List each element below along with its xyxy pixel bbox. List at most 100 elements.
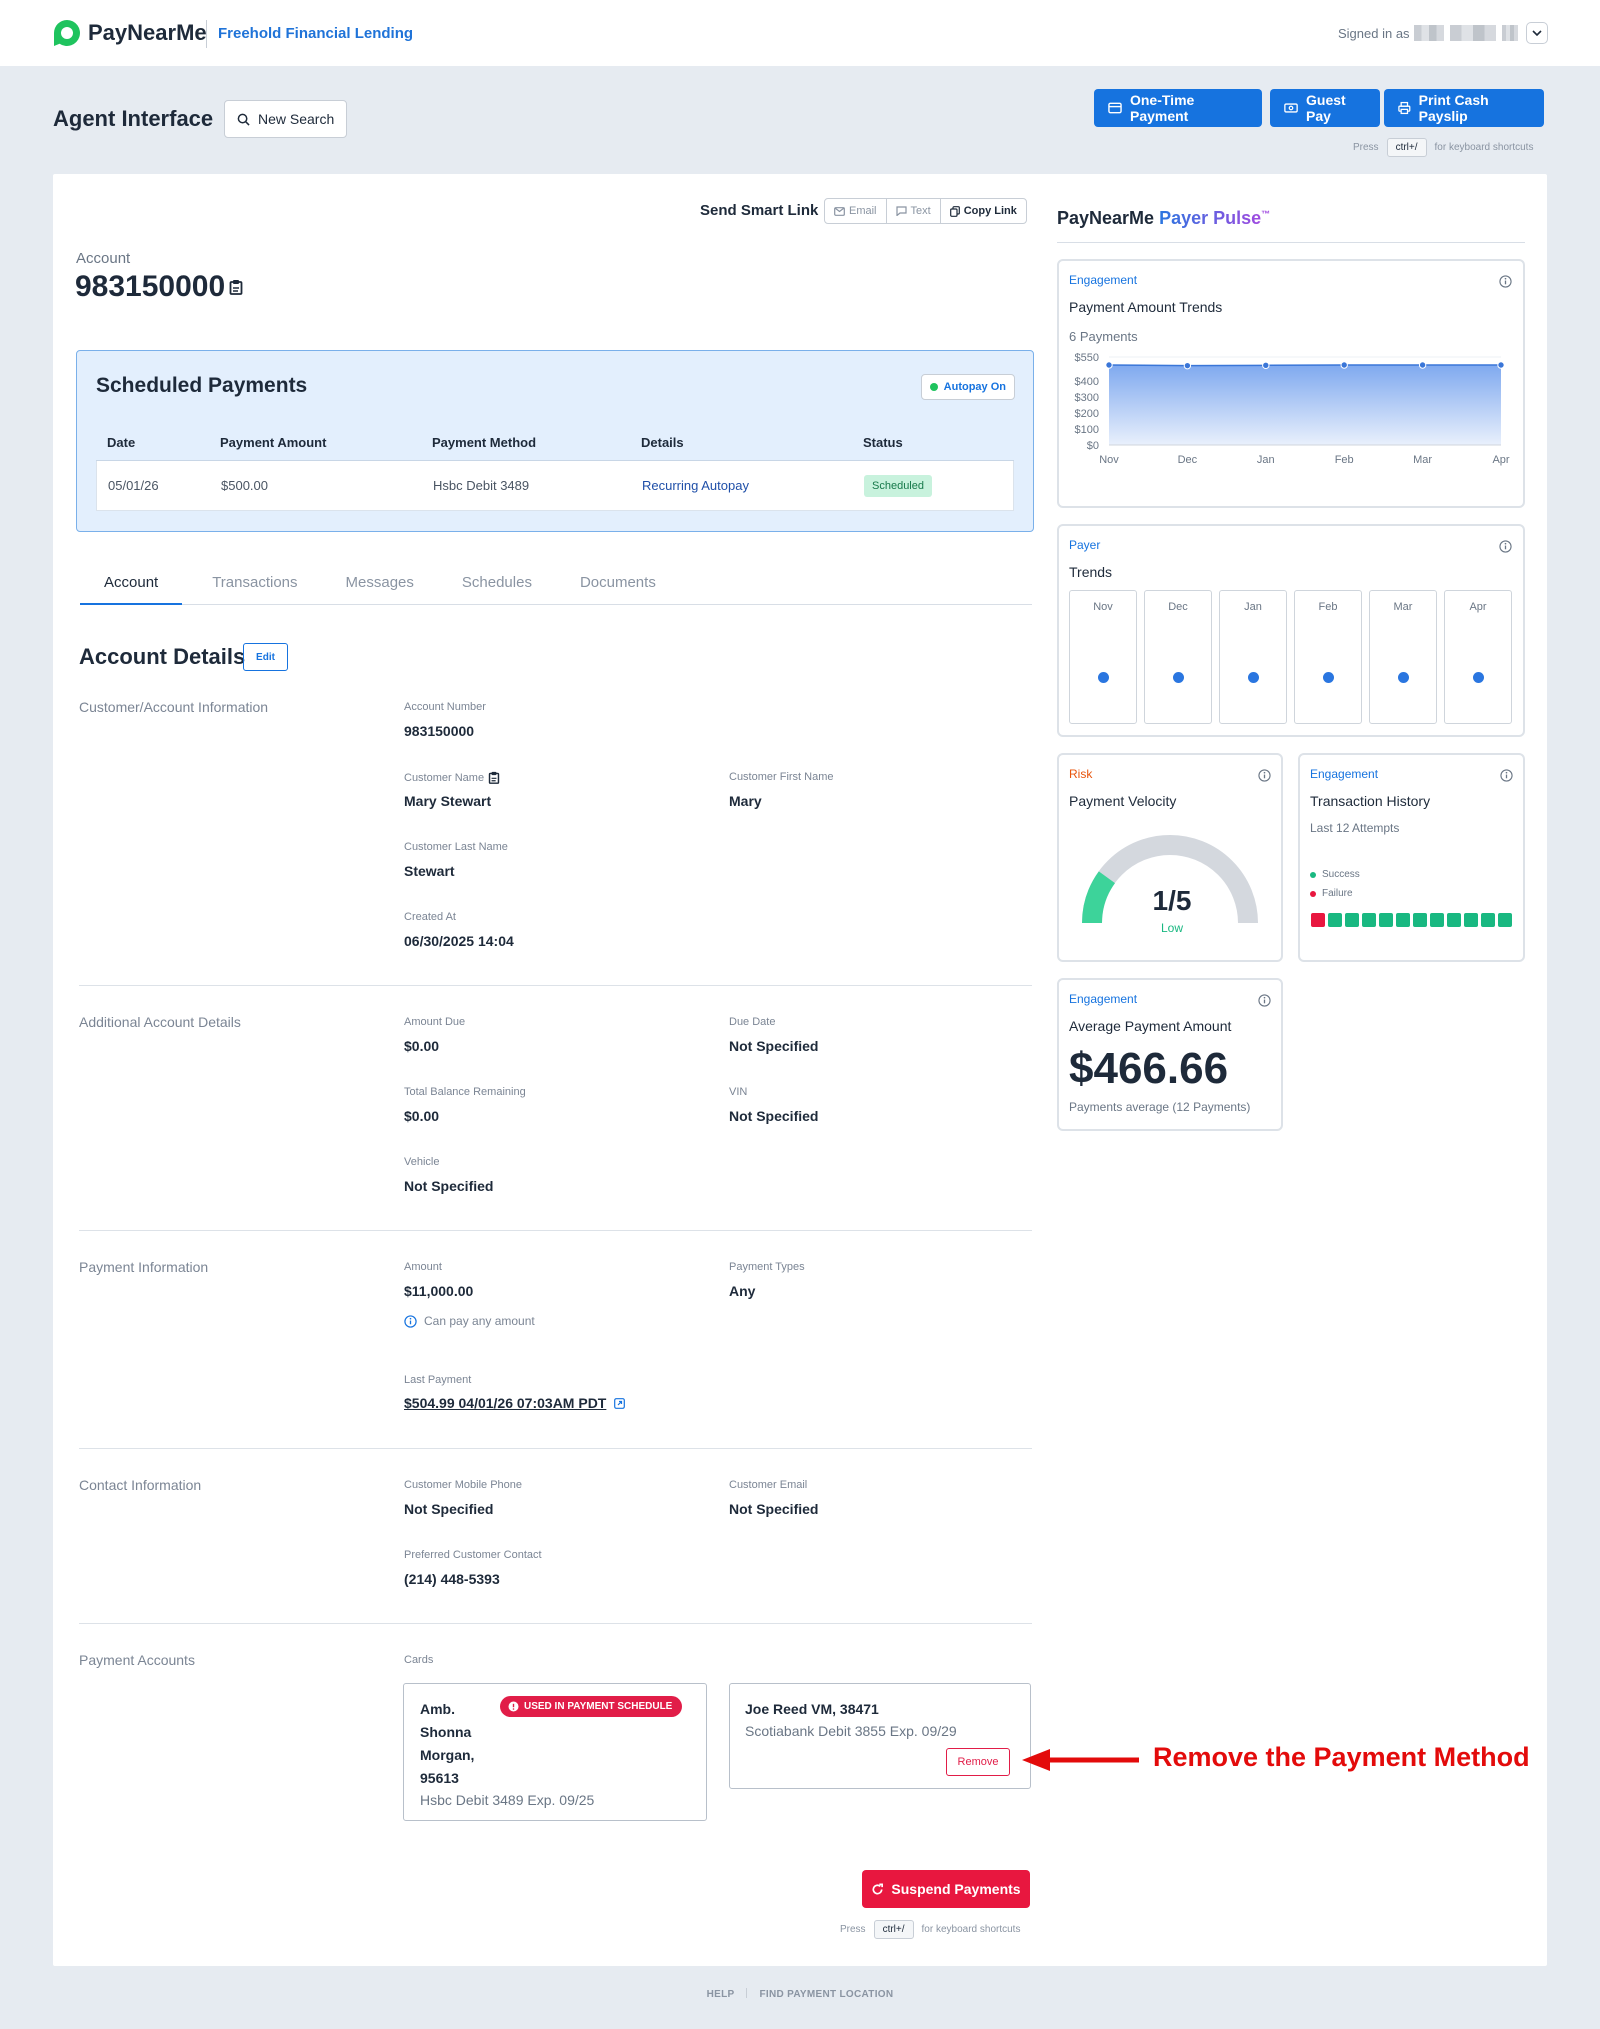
user-menu-button[interactable] xyxy=(1526,22,1548,44)
payment-dot xyxy=(1322,672,1334,683)
payment-dot xyxy=(1472,672,1484,683)
last-payment-link[interactable]: $504.99 04/01/26 07:03AM PDT xyxy=(404,1395,606,1411)
first-name-value: Mary xyxy=(729,793,762,809)
y-tick-label: $0 xyxy=(1087,440,1099,452)
data-point xyxy=(1262,361,1270,370)
footer-divider xyxy=(746,1988,748,1998)
legend-success: Success xyxy=(1310,869,1360,880)
month-column: Nov xyxy=(1069,590,1137,724)
remove-card-button[interactable]: Remove xyxy=(946,1748,1010,1776)
customer-name-label: Customer Name xyxy=(404,771,485,784)
attempt-squares xyxy=(1311,913,1512,927)
tab-messages[interactable]: Messages xyxy=(342,567,418,605)
x-tick-label: Apr xyxy=(1492,454,1509,466)
tab-schedules[interactable]: Schedules xyxy=(458,567,536,605)
month-columns: Nov Dec Jan Feb Mar Apr xyxy=(1069,590,1512,724)
section-divider xyxy=(79,985,1032,986)
smart-link-text[interactable]: Text xyxy=(887,199,941,223)
cell-date: 05/01/26 xyxy=(108,478,159,493)
vin-label: VIN xyxy=(729,1086,748,1098)
info-icon[interactable] xyxy=(1500,769,1513,782)
used-in-schedule-badge: USED IN PAYMENT SCHEDULE xyxy=(500,1696,683,1717)
trademark: ™ xyxy=(1261,209,1271,219)
created-at-label: Created At xyxy=(404,911,456,923)
copy-link-button[interactable]: Copy Link xyxy=(941,199,1026,223)
info-icon[interactable] xyxy=(1499,540,1512,553)
autopay-badge[interactable]: Autopay On xyxy=(920,374,1015,400)
info-icon[interactable] xyxy=(1258,769,1271,782)
month-column: Mar xyxy=(1369,590,1437,724)
payment-card[interactable]: Joe Reed VM, 38471 Scotiabank Debit 3855… xyxy=(729,1683,1031,1789)
find-payment-location-link[interactable]: FIND PAYMENT LOCATION xyxy=(759,1989,893,2000)
clipboard-icon[interactable] xyxy=(229,279,243,295)
legend-success-label: Success xyxy=(1322,869,1360,880)
smart-link-email[interactable]: Email xyxy=(825,199,887,223)
help-link[interactable]: HELP xyxy=(707,1989,735,2000)
hint-key: ctrl+/ xyxy=(1386,138,1427,157)
payment-card[interactable]: Amb. Shonna Morgan, 95613 Hsbc Debit 348… xyxy=(403,1683,707,1821)
annotation-arrow-icon xyxy=(1020,1748,1140,1772)
clipboard-icon[interactable] xyxy=(488,771,500,784)
status-badge: Scheduled xyxy=(864,474,932,497)
print-cash-payslip-button[interactable]: Print Cash Payslip xyxy=(1384,89,1544,127)
last-name-label: Customer Last Name xyxy=(404,841,508,853)
signed-in-label: Signed in as xyxy=(1338,26,1410,41)
success-dot-icon xyxy=(1310,871,1316,878)
hint-suffix: for keyboard shortcuts xyxy=(921,1924,1021,1935)
footer: HELP FIND PAYMENT LOCATION xyxy=(0,1988,1600,2000)
payment-dot xyxy=(1247,672,1259,683)
tab-account[interactable]: Account xyxy=(80,567,183,605)
pulse-product: Payer Pulse xyxy=(1159,208,1262,228)
attempt-square xyxy=(1379,913,1393,927)
edit-button[interactable]: Edit xyxy=(243,643,288,671)
tab-documents[interactable]: Documents xyxy=(576,567,660,605)
info-icon[interactable] xyxy=(1499,275,1512,288)
card-title: Payment Amount Trends xyxy=(1069,299,1223,315)
month-label: Nov xyxy=(1093,601,1113,613)
due-date-label: Due Date xyxy=(729,1016,776,1028)
email-value: Not Specified xyxy=(729,1501,819,1517)
data-point xyxy=(1105,361,1113,369)
card-category: Engagement xyxy=(1310,767,1379,781)
copy-icon xyxy=(949,205,960,217)
x-tick-label: Nov xyxy=(1099,454,1119,466)
attempt-square xyxy=(1413,913,1427,927)
cell-status: Scheduled xyxy=(864,474,1013,497)
card-name-line: Amb. xyxy=(420,1701,455,1717)
data-point xyxy=(1497,361,1505,369)
card-name-line: Shonna xyxy=(420,1724,472,1740)
amount-label: Amount xyxy=(404,1261,442,1273)
card-category: Engagement xyxy=(1069,273,1138,287)
alert-icon xyxy=(508,1701,519,1712)
velocity-level: Low xyxy=(1160,921,1183,935)
additional-details-label: Additional Account Details xyxy=(79,1014,241,1030)
external-link-icon[interactable] xyxy=(614,1397,626,1409)
table-row[interactable]: 05/01/26 $500.00 Hsbc Debit 3489 Recurri… xyxy=(96,461,1014,511)
amount-value: $11,000.00 xyxy=(404,1283,474,1299)
cell-amount: $500.00 xyxy=(221,478,268,493)
smart-link-label: Send Smart Link xyxy=(700,202,819,219)
attempt-square xyxy=(1464,913,1478,927)
card-name-line: 95613 xyxy=(420,1770,459,1786)
guest-pay-button[interactable]: Guest Pay xyxy=(1270,89,1380,127)
month-column: Feb xyxy=(1294,590,1362,724)
print-cash-payslip-label: Print Cash Payslip xyxy=(1418,92,1489,124)
card-holder-name: Amb. Shonna Morgan, 95613 xyxy=(420,1698,474,1790)
pulse-brand: PayNearMe xyxy=(1057,208,1155,228)
new-search-button[interactable]: New Search xyxy=(224,100,348,138)
month-label: Apr xyxy=(1469,601,1487,613)
refresh-icon xyxy=(872,1883,884,1894)
smart-link-options: Email Text Copy Link xyxy=(824,198,1027,224)
y-tick-label: $100 xyxy=(1075,424,1099,436)
customer-info-label: Customer/Account Information xyxy=(79,699,269,715)
one-time-payment-button[interactable]: One-Time Payment xyxy=(1094,89,1262,127)
recurring-autopay-link[interactable]: Recurring Autopay xyxy=(642,478,864,493)
info-icon[interactable] xyxy=(1258,994,1271,1007)
vehicle-label: Vehicle xyxy=(404,1156,440,1168)
data-point xyxy=(1183,361,1192,370)
redacted-user xyxy=(1450,25,1496,41)
suspend-payments-button[interactable]: Suspend Payments xyxy=(862,1870,1030,1908)
tab-transactions[interactable]: Transactions xyxy=(208,567,301,605)
card-holder-name: Joe Reed VM, 38471 xyxy=(745,1701,879,1717)
series-line xyxy=(1108,364,1501,367)
